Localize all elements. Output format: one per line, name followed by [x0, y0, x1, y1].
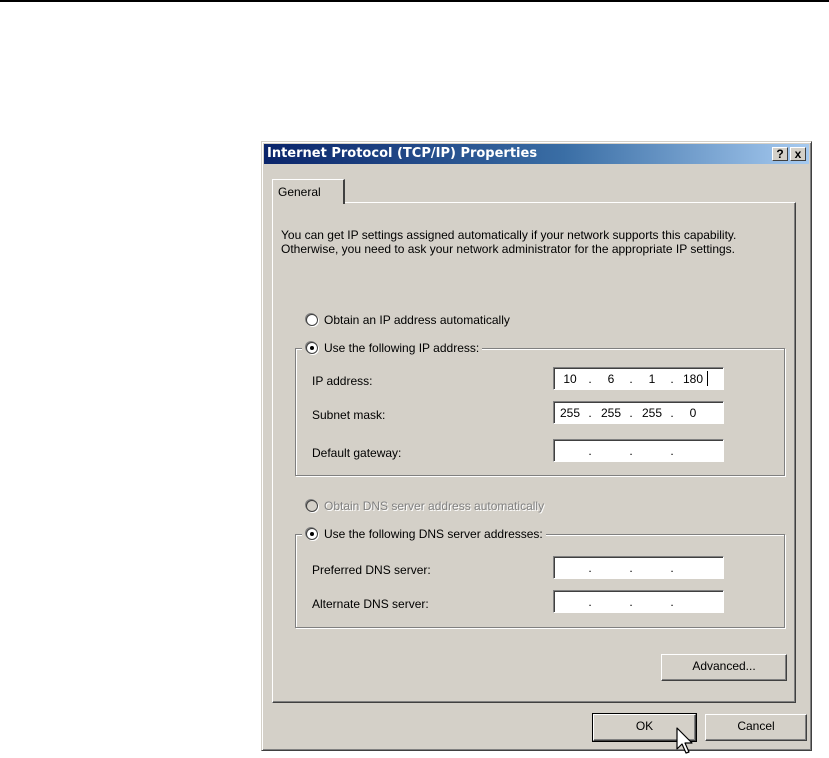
alternate-dns-input[interactable]: . . . [553, 590, 724, 613]
use-following-dns-radio[interactable] [306, 528, 318, 540]
obtain-ip-auto-label: Obtain an IP address automatically [324, 313, 510, 327]
ip-octet-2: 6 [607, 372, 615, 386]
help-button[interactable]: ? [772, 147, 788, 161]
use-following-dns-label: Use the following DNS server addresses: [324, 527, 543, 541]
octet-separator: . [588, 372, 592, 386]
subnet-octet-1: 255 [559, 406, 581, 420]
use-following-ip-label: Use the following IP address: [324, 341, 480, 355]
ok-button-label: OK [635, 719, 654, 733]
octet-separator: . [629, 372, 633, 386]
mouse-pointer-icon [676, 727, 693, 754]
obtain-ip-auto-radio[interactable] [306, 314, 318, 326]
octet-separator: . [670, 595, 674, 609]
close-button[interactable]: x [790, 147, 806, 161]
dns-server-groupbox [295, 534, 785, 628]
obtain-ip-auto-option[interactable]: Obtain an IP address automatically [302, 313, 513, 327]
preferred-dns-input[interactable]: . . . [553, 556, 724, 579]
cancel-button[interactable]: Cancel [705, 714, 807, 741]
octet-separator: . [629, 444, 633, 458]
octet-separator: . [588, 561, 592, 575]
obtain-dns-auto-label: Obtain DNS server address automatically [324, 499, 545, 513]
use-following-dns-option[interactable]: Use the following DNS server addresses: [302, 527, 546, 541]
advanced-button-label: Advanced... [692, 659, 756, 673]
octet-separator: . [588, 406, 592, 420]
tab-general[interactable]: General [272, 179, 345, 204]
subnet-octet-3: 255 [641, 406, 663, 420]
text-caret [707, 371, 708, 386]
subnet-mask-input[interactable]: 255 . 255 . 255 . 0 [553, 401, 724, 424]
ip-octet-3: 1 [648, 372, 656, 386]
obtain-dns-auto-radio[interactable] [306, 500, 318, 512]
obtain-dns-auto-option[interactable]: Obtain DNS server address automatically [302, 499, 548, 513]
octet-separator: . [670, 444, 674, 458]
ip-octet-4: 180 [682, 372, 704, 386]
ip-address-label: IP address: [312, 374, 373, 388]
octet-separator: . [588, 444, 592, 458]
default-gateway-label: Default gateway: [312, 446, 402, 460]
tcpip-properties-dialog: Internet Protocol (TCP/IP) Properties ? … [261, 141, 812, 751]
question-mark-icon: ? [776, 147, 784, 161]
octet-separator: . [629, 406, 633, 420]
intro-text: You can get IP settings assigned automat… [281, 228, 737, 256]
cancel-button-label: Cancel [737, 719, 775, 733]
page-top-rule [0, 0, 829, 2]
default-gateway-input[interactable]: . . . [553, 439, 724, 462]
subnet-mask-label: Subnet mask: [312, 408, 386, 422]
octet-separator: . [588, 595, 592, 609]
use-following-ip-radio[interactable] [306, 342, 318, 354]
octet-separator: . [629, 595, 633, 609]
preferred-dns-label: Preferred DNS server: [312, 563, 431, 577]
octet-separator: . [670, 372, 674, 386]
octet-separator: . [670, 406, 674, 420]
octet-separator: . [629, 561, 633, 575]
ip-address-input[interactable]: 10 . 6 . 1 . 180 [553, 367, 724, 390]
alternate-dns-label: Alternate DNS server: [312, 597, 429, 611]
tab-general-label: General [278, 185, 321, 199]
subnet-octet-4: 0 [689, 406, 697, 420]
advanced-button[interactable]: Advanced... [661, 654, 787, 681]
octet-separator: . [670, 561, 674, 575]
ip-octet-1: 10 [563, 372, 577, 386]
dialog-title: Internet Protocol (TCP/IP) Properties [267, 146, 538, 161]
subnet-octet-2: 255 [600, 406, 622, 420]
use-following-ip-option[interactable]: Use the following IP address: [302, 341, 483, 355]
title-bar[interactable]: Internet Protocol (TCP/IP) Properties ? … [264, 144, 809, 164]
close-icon: x [794, 147, 802, 161]
